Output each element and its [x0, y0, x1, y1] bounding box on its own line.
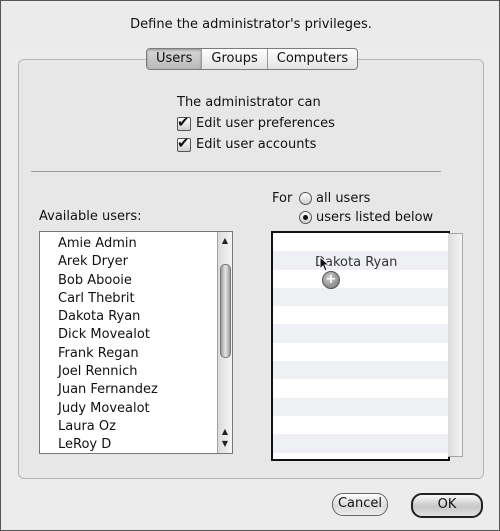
tab-groups[interactable]: Groups	[201, 49, 266, 69]
users-listed-label: users listed below	[316, 210, 434, 225]
edit-user-preferences-label: Edit user preferences	[196, 116, 335, 131]
all-users-radio[interactable]	[299, 192, 312, 205]
users-listed-option[interactable]: users listed below	[299, 210, 433, 225]
list-item[interactable]: Laura Oz	[40, 418, 216, 436]
available-users-list[interactable]: Amie Admin Arek Dryer Bob Abooie Carl Th…	[39, 231, 233, 454]
list-item[interactable]: Dakota Ryan	[40, 308, 216, 326]
tab-users[interactable]: Users	[147, 49, 202, 69]
list-item[interactable]: Dick Movealot	[40, 326, 216, 344]
privileges-sheet: Define the administrator's privileges. U…	[0, 0, 500, 531]
all-users-label: all users	[316, 191, 371, 206]
edit-user-accounts-checkbox[interactable]: ✔	[177, 134, 191, 152]
list-item[interactable]: Bob Abooie	[40, 272, 216, 290]
available-users-label: Available users:	[39, 209, 142, 224]
scroll-down-arrow-icon[interactable]: ▼	[218, 437, 232, 450]
cancel-button[interactable]: Cancel	[332, 493, 388, 516]
edit-user-preferences-checkbox[interactable]: ✔	[177, 113, 191, 131]
listed-users-scrollbar[interactable]	[448, 233, 463, 457]
edit-user-accounts-label: Edit user accounts	[196, 137, 317, 152]
tab-computers[interactable]: Computers	[266, 49, 357, 69]
scope-label: For	[272, 191, 293, 206]
all-users-option[interactable]: all users	[299, 191, 370, 206]
dialog-title: Define the administrator's privileges.	[130, 17, 372, 32]
checkmark-icon: ✔	[177, 112, 190, 131]
available-users-scrollbar[interactable]: ▲ ▲ ▼	[217, 232, 232, 453]
users-listed-radio[interactable]	[299, 211, 312, 224]
list-item[interactable]: Juan Fernandez	[40, 381, 216, 399]
list-item[interactable]: Carl Thebrit	[40, 290, 216, 308]
list-item[interactable]: Joel Rennich	[40, 363, 216, 381]
scroll-thumb[interactable]	[220, 264, 231, 358]
pointer-cursor-icon	[319, 256, 329, 272]
edit-user-accounts-row[interactable]: ✔ Edit user accounts	[177, 134, 317, 152]
ok-button[interactable]: OK	[411, 493, 483, 518]
separator	[31, 171, 441, 172]
edit-user-preferences-row[interactable]: ✔ Edit user preferences	[177, 113, 335, 131]
list-item[interactable]: Frank Regan	[40, 345, 216, 363]
list-item[interactable]: Amie Admin	[40, 235, 216, 253]
list-item[interactable]: Arek Dryer	[40, 253, 216, 271]
plus-badge-icon: +	[322, 271, 340, 289]
privileges-heading: The administrator can	[177, 95, 321, 110]
list-item[interactable]: LeRoy D	[40, 436, 216, 453]
checkmark-icon: ✔	[177, 133, 190, 152]
tab-bar: Users Groups Computers	[146, 48, 359, 70]
list-item[interactable]: Judy Movealot	[40, 400, 216, 418]
scroll-up-arrow-icon[interactable]: ▲	[218, 234, 232, 247]
